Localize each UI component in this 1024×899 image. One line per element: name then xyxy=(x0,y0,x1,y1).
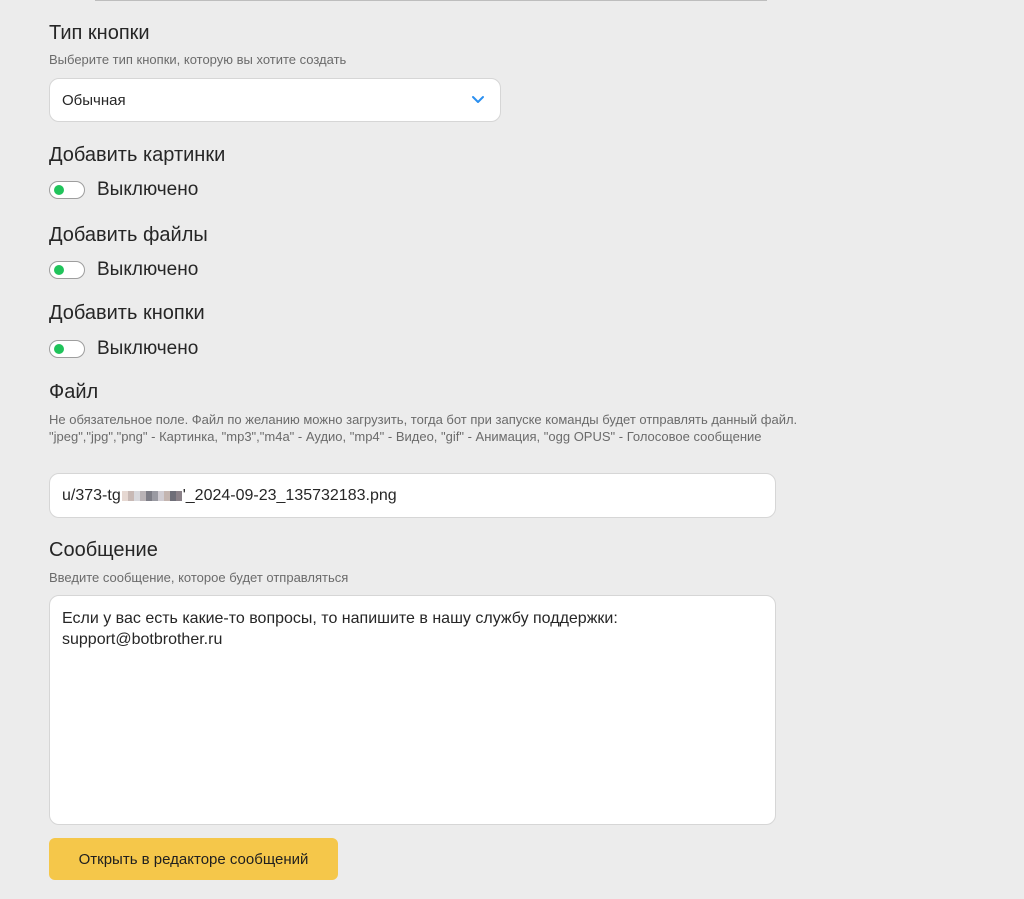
redacted-blur xyxy=(121,490,182,501)
message-textarea[interactable]: Если у вас есть какие-то вопросы, то нап… xyxy=(49,595,776,825)
add-buttons-toggle-row: Выключено xyxy=(49,338,198,360)
button-type-select[interactable]: Обычная xyxy=(49,78,501,122)
file-value-prefix: u/373-tg xyxy=(62,486,121,504)
add-files-title: Добавить файлы xyxy=(49,224,208,246)
button-type-select-value: Обычная xyxy=(62,91,126,109)
add-buttons-title: Добавить кнопки xyxy=(49,302,205,324)
top-divider xyxy=(95,0,767,1)
add-images-toggle-row: Выключено xyxy=(49,179,198,201)
file-value-suffix: '_2024-09-23_135732183.png xyxy=(182,486,397,504)
chevron-down-icon xyxy=(470,92,486,108)
add-buttons-state-label: Выключено xyxy=(97,338,199,359)
button-type-hint: Выберите тип кнопки, которую вы хотите с… xyxy=(49,52,347,67)
add-buttons-toggle[interactable] xyxy=(49,340,85,358)
add-images-title: Добавить картинки xyxy=(49,144,226,166)
button-type-title: Тип кнопки xyxy=(49,22,150,44)
add-images-state-label: Выключено xyxy=(97,179,199,200)
file-title: Файл xyxy=(49,381,99,403)
toggle-knob xyxy=(54,265,64,275)
add-files-toggle[interactable] xyxy=(49,261,85,279)
toggle-knob xyxy=(54,185,64,195)
add-images-toggle[interactable] xyxy=(49,181,85,199)
file-hint: Не обязательное поле. Файл по желанию мо… xyxy=(49,412,798,444)
add-files-toggle-row: Выключено xyxy=(49,259,198,281)
file-input[interactable]: u/373-tg '_2024-09-23_135732183.png xyxy=(49,473,776,518)
toggle-knob xyxy=(54,344,64,354)
message-title: Сообщение xyxy=(49,539,158,561)
button-type-section: Тип кнопки xyxy=(49,21,150,45)
add-files-state-label: Выключено xyxy=(97,259,199,280)
message-hint: Введите сообщение, которое будет отправл… xyxy=(49,570,349,585)
open-editor-button[interactable]: Открыть в редакторе сообщений xyxy=(49,838,338,880)
